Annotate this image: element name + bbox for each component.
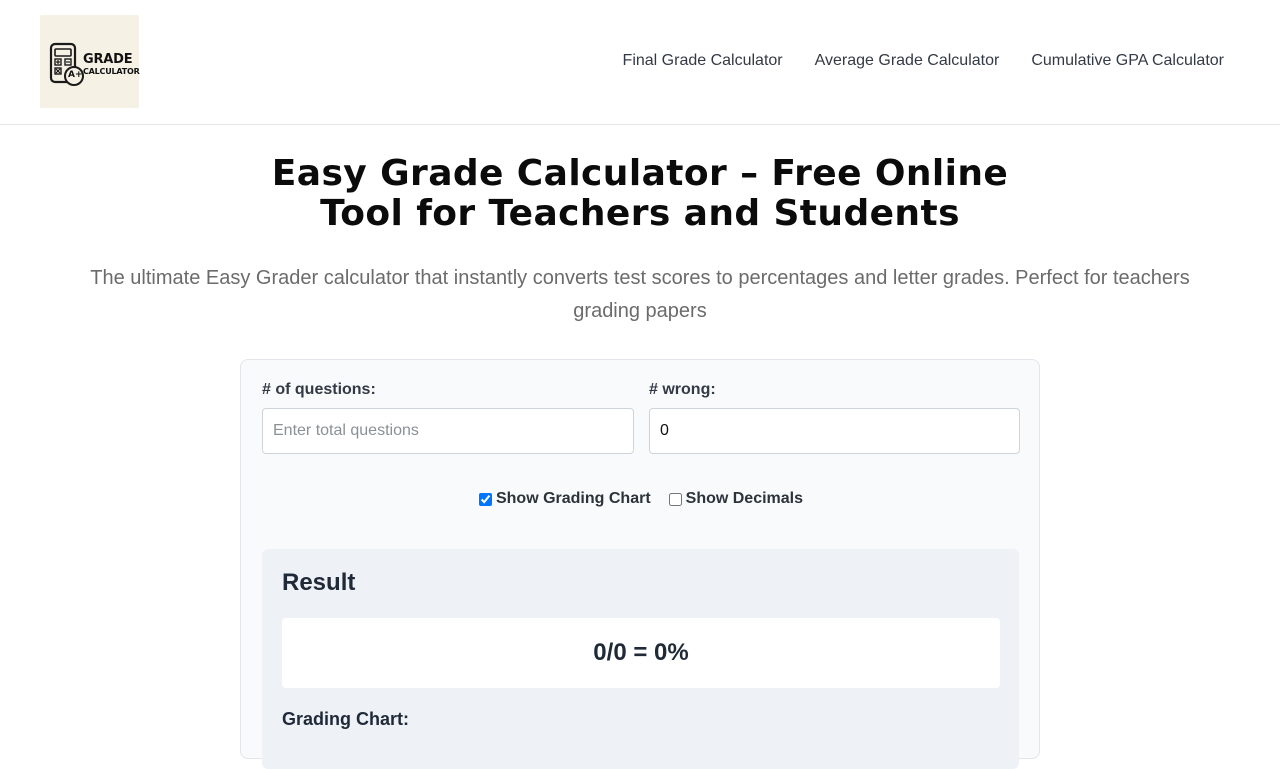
page-title: Easy Grade Calculator – Free Online Tool… — [240, 154, 1040, 234]
wrong-label: # wrong: — [649, 381, 716, 398]
page-title-line1: Easy Grade Calculator – Free Online — [271, 153, 1009, 194]
result-heading: Result — [282, 569, 356, 596]
show-grading-chart-option[interactable]: Show Grading Chart — [478, 490, 651, 508]
nav-cumulative-gpa-calculator[interactable]: Cumulative GPA Calculator — [1031, 51, 1224, 71]
show-decimals-label: Show Decimals — [685, 490, 804, 507]
show-grading-chart-checkbox[interactable] — [478, 492, 492, 506]
logo-text-grade: GRADE — [83, 52, 133, 67]
nav-final-grade-calculator[interactable]: Final Grade Calculator — [623, 51, 783, 71]
questions-label: # of questions: — [262, 381, 376, 398]
logo-text-calculator: CALCULATOR — [83, 67, 140, 76]
nav-average-grade-calculator[interactable]: Average Grade Calculator — [815, 51, 1000, 71]
main-nav: Final Grade Calculator Average Grade Cal… — [623, 51, 1224, 71]
show-decimals-option[interactable]: Show Decimals — [668, 490, 804, 508]
page-title-line2: Tool for Teachers and Students — [320, 193, 960, 234]
result-value: 0/0 = 0% — [282, 618, 1000, 688]
site-header: GRADE CALCULATOR A+ Final Grade Calculat… — [0, 0, 1280, 125]
page-subtitle: The ultimate Easy Grader calculator that… — [90, 267, 1190, 322]
result-panel: Result 0/0 = 0% Grading Chart: — [262, 549, 1019, 769]
wrong-input[interactable] — [649, 408, 1020, 454]
display-options: Show Grading Chart Show Decimals — [241, 490, 1041, 508]
show-decimals-checkbox[interactable] — [668, 492, 682, 506]
show-grading-chart-label: Show Grading Chart — [495, 490, 651, 507]
site-logo[interactable]: GRADE CALCULATOR A+ — [40, 15, 140, 108]
questions-input[interactable] — [262, 408, 634, 454]
calculator-card: # of questions: # wrong: Show Grading Ch… — [240, 359, 1041, 769]
logo-badge: A+ — [68, 70, 83, 80]
